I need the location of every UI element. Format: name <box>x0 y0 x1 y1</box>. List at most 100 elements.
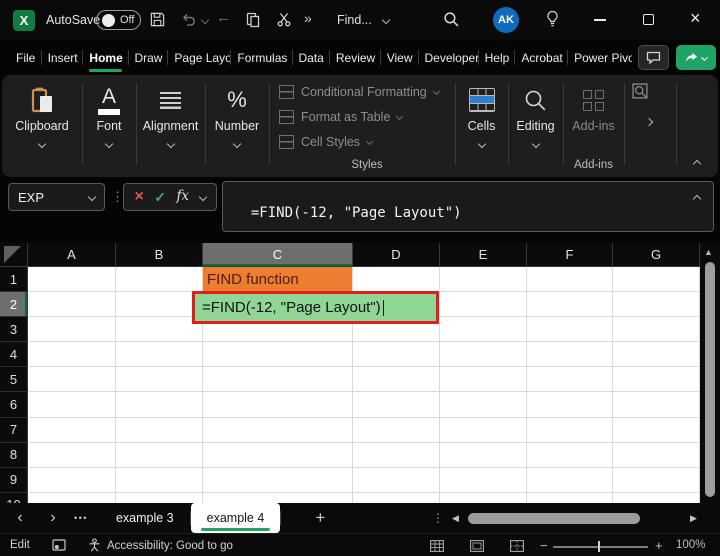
cell-G5[interactable] <box>613 367 700 392</box>
cell-A5[interactable] <box>28 367 116 392</box>
sheet-prev-button[interactable]: ‹ <box>7 503 33 533</box>
quick-access-overflow-icon[interactable]: » <box>304 11 312 25</box>
cell-F7[interactable] <box>527 418 613 443</box>
ribbon-tab-home[interactable]: Home <box>83 40 127 75</box>
cell-A10[interactable] <box>28 493 116 503</box>
ribbon-tab-formulas[interactable]: Formulas <box>231 40 291 75</box>
cell-F10[interactable] <box>527 493 613 503</box>
minimize-button[interactable] <box>594 19 606 21</box>
row-header-6[interactable]: 6 <box>0 392 28 417</box>
cell-C9[interactable] <box>203 468 353 493</box>
cell-D9[interactable] <box>353 468 440 493</box>
cell-G2[interactable] <box>613 292 700 317</box>
comments-button[interactable] <box>638 45 669 70</box>
cell-B9[interactable] <box>116 468 203 493</box>
page-layout-view-icon[interactable] <box>470 540 484 555</box>
col-header-A[interactable]: A <box>28 243 116 267</box>
maximize-button[interactable] <box>643 14 654 25</box>
account-avatar[interactable]: AK <box>493 7 519 33</box>
cell-C8[interactable] <box>203 443 353 468</box>
conditional-formatting-button[interactable]: Conditional Formatting <box>279 79 439 104</box>
row-header-5[interactable]: 5 <box>0 367 28 392</box>
sheet-options-icon[interactable]: ⋮ <box>432 511 444 525</box>
cell-D4[interactable] <box>353 342 440 367</box>
copy-icon[interactable] <box>246 12 260 32</box>
collapse-ribbon-button[interactable] <box>693 160 701 168</box>
autosave-toggle[interactable]: Off <box>96 10 141 30</box>
ribbon-overflow-button[interactable] <box>645 118 653 126</box>
cell-F2[interactable] <box>527 292 613 317</box>
cell-C5[interactable] <box>203 367 353 392</box>
cell-E1[interactable] <box>440 267 527 292</box>
cell-F3[interactable] <box>527 317 613 342</box>
cell-G6[interactable] <box>613 392 700 417</box>
zoom-in-button[interactable]: + <box>655 538 663 553</box>
cell-A4[interactable] <box>28 342 116 367</box>
cell-E6[interactable] <box>440 392 527 417</box>
cell-C2-selection[interactable]: =FIND(-12, "Page Layout") <box>192 291 439 324</box>
row-header-1[interactable]: 1 <box>0 267 28 292</box>
row-header-9[interactable]: 9 <box>0 468 28 493</box>
cell-C6[interactable] <box>203 392 353 417</box>
cell-F1[interactable] <box>527 267 613 292</box>
sheet-next-button[interactable]: › <box>40 503 66 533</box>
normal-view-icon[interactable] <box>430 540 444 555</box>
row-header-8[interactable]: 8 <box>0 443 28 468</box>
cell-E7[interactable] <box>440 418 527 443</box>
cell-A7[interactable] <box>28 418 116 443</box>
cell-C10[interactable] <box>203 493 353 503</box>
row-header-7[interactable]: 7 <box>0 418 28 443</box>
cell-E9[interactable] <box>440 468 527 493</box>
cell-B4[interactable] <box>116 342 203 367</box>
col-header-F[interactable]: F <box>527 243 613 267</box>
vertical-scrollbar[interactable]: ▲ <box>700 243 720 503</box>
expand-formula-bar-icon[interactable] <box>693 195 701 203</box>
cell-G10[interactable] <box>613 493 700 503</box>
search-icon[interactable] <box>443 11 459 31</box>
cell-F8[interactable] <box>527 443 613 468</box>
col-header-C[interactable]: C <box>203 243 353 267</box>
ribbon-group-font[interactable]: A Font <box>82 75 136 177</box>
cell-A2[interactable] <box>28 292 116 317</box>
hscroll-right-arrow[interactable]: ▶ <box>690 513 697 524</box>
ribbon-tab-developer[interactable]: Developer <box>419 40 478 75</box>
chevron-down-icon[interactable] <box>198 193 206 201</box>
cell-A9[interactable] <box>28 468 116 493</box>
ribbon-tab-page-layout[interactable]: Page Layout <box>168 40 230 75</box>
ribbon-group-editing[interactable]: Editing <box>508 75 563 177</box>
ribbon-tab-view[interactable]: View <box>381 40 418 75</box>
cell-E8[interactable] <box>440 443 527 468</box>
cell-A3[interactable] <box>28 317 116 342</box>
find-control[interactable]: Find... <box>337 13 389 27</box>
cell-G4[interactable] <box>613 342 700 367</box>
page-break-view-icon[interactable] <box>510 540 524 555</box>
name-box[interactable]: EXP <box>8 183 105 211</box>
row-header-10[interactable]: 10 <box>0 493 28 503</box>
col-header-D[interactable]: D <box>353 243 440 267</box>
row-header-3[interactable]: 3 <box>0 317 28 342</box>
cell-F6[interactable] <box>527 392 613 417</box>
cell-D1[interactable] <box>353 267 440 292</box>
ribbon-tab-draw[interactable]: Draw <box>128 40 167 75</box>
cut-icon[interactable] <box>277 12 291 31</box>
cell-E5[interactable] <box>440 367 527 392</box>
ribbon-tab-insert[interactable]: Insert <box>42 40 83 75</box>
excel-logo-icon[interactable]: X <box>13 10 35 31</box>
sheet-tab-example-3[interactable]: example 3 <box>100 503 190 533</box>
ribbon-tab-data[interactable]: Data <box>292 40 328 75</box>
row-header-2[interactable]: 2 <box>0 292 28 317</box>
cell-B5[interactable] <box>116 367 203 392</box>
ribbon-group-cells[interactable]: Cells <box>455 75 508 177</box>
add-sheet-button[interactable]: + <box>315 503 325 533</box>
col-header-B[interactable]: B <box>116 243 203 267</box>
share-button[interactable] <box>676 45 716 70</box>
cell-F9[interactable] <box>527 468 613 493</box>
row-header-4[interactable]: 4 <box>0 342 28 367</box>
cell-G1[interactable] <box>613 267 700 292</box>
vscroll-thumb[interactable] <box>705 262 715 497</box>
cell-styles-button[interactable]: Cell Styles <box>279 129 372 154</box>
sheet-more-button[interactable]: ••• <box>74 503 88 533</box>
save-icon[interactable] <box>150 12 165 31</box>
vscroll-up-arrow[interactable]: ▲ <box>704 247 713 257</box>
ribbon-group-number[interactable]: % Number <box>205 75 269 177</box>
